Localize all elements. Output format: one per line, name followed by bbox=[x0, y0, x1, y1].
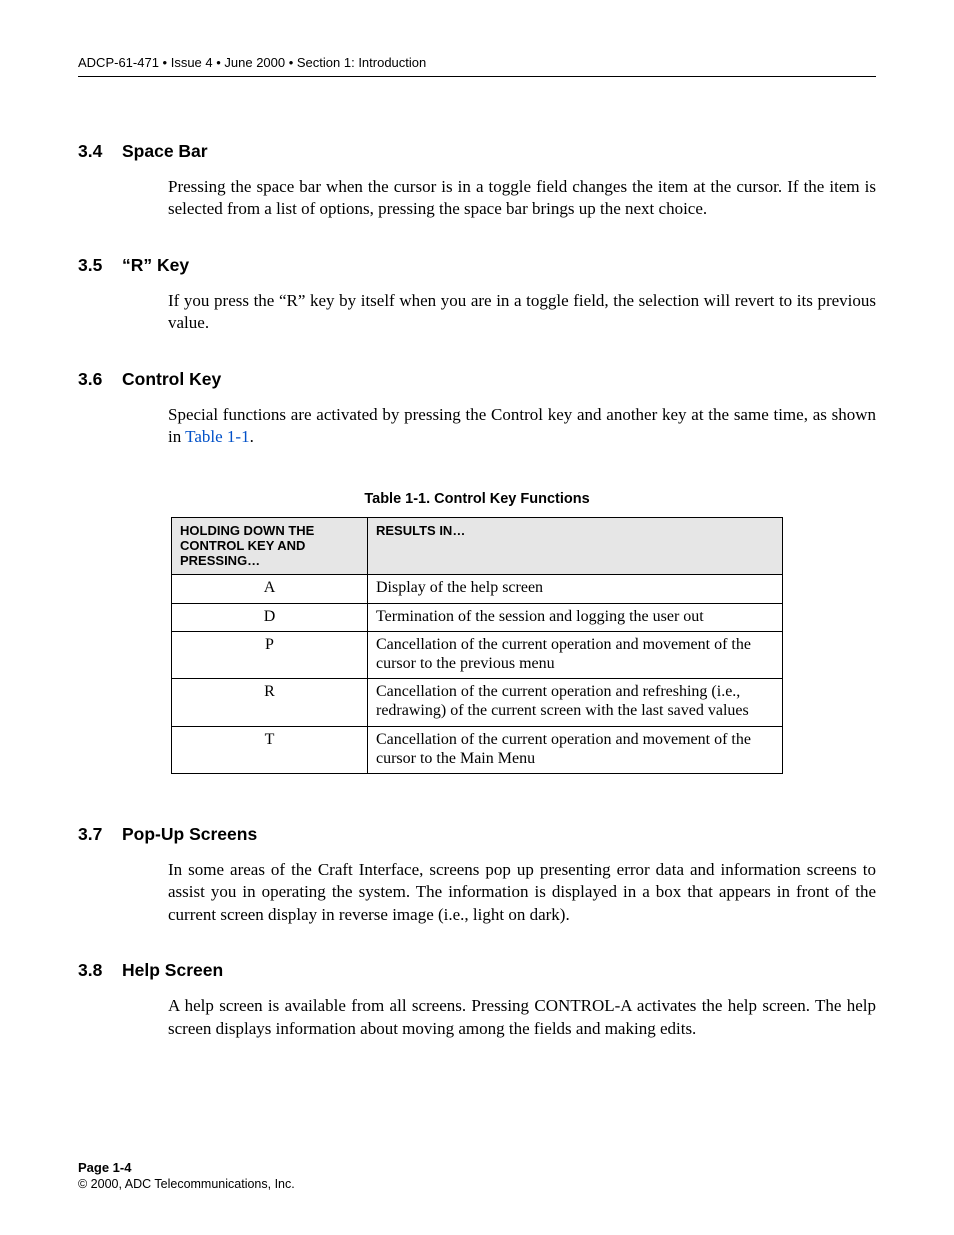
table-header-row: HOLDING DOWN THE CONTROL KEY AND PRESSIN… bbox=[172, 517, 783, 575]
section-title: “R” Key bbox=[122, 255, 189, 276]
table-row: P Cancellation of the current operation … bbox=[172, 631, 783, 678]
table-cell-result: Termination of the session and logging t… bbox=[368, 603, 783, 631]
section-heading-3-4: 3.4 Space Bar bbox=[78, 141, 876, 162]
page-footer: Page 1-4 © 2000, ADC Telecommunications,… bbox=[78, 1159, 295, 1193]
table-cell-result: Cancellation of the current operation an… bbox=[368, 631, 783, 678]
table-cell-key: R bbox=[172, 679, 368, 726]
section-title: Space Bar bbox=[122, 141, 208, 162]
table-row: R Cancellation of the current operation … bbox=[172, 679, 783, 726]
section-title: Control Key bbox=[122, 369, 221, 390]
section-heading-3-6: 3.6 Control Key bbox=[78, 369, 876, 390]
section-number: 3.5 bbox=[78, 255, 122, 276]
section-heading-3-7: 3.7 Pop-Up Screens bbox=[78, 824, 876, 845]
table-row: T Cancellation of the current operation … bbox=[172, 726, 783, 773]
section-heading-3-5: 3.5 “R” Key bbox=[78, 255, 876, 276]
paragraph: If you press the “R” key by itself when … bbox=[168, 290, 876, 335]
section-title: Pop-Up Screens bbox=[122, 824, 257, 845]
paragraph: A help screen is available from all scre… bbox=[168, 995, 876, 1040]
document-page: ADCP-61-471 • Issue 4 • June 2000 • Sect… bbox=[0, 0, 954, 1235]
table-row: D Termination of the session and logging… bbox=[172, 603, 783, 631]
section-number: 3.7 bbox=[78, 824, 122, 845]
copyright-text: © 2000, ADC Telecommunications, Inc. bbox=[78, 1176, 295, 1193]
section-number: 3.4 bbox=[78, 141, 122, 162]
table-cell-result: Cancellation of the current operation an… bbox=[368, 726, 783, 773]
table-reference-link[interactable]: Table 1-1 bbox=[185, 427, 249, 446]
paragraph-text-pre: Special functions are activated by press… bbox=[168, 405, 876, 446]
control-key-table: HOLDING DOWN THE CONTROL KEY AND PRESSIN… bbox=[171, 517, 783, 774]
table-cell-key: A bbox=[172, 575, 368, 603]
table-cell-key: D bbox=[172, 603, 368, 631]
section-number: 3.8 bbox=[78, 960, 122, 981]
table-cell-key: T bbox=[172, 726, 368, 773]
paragraph: In some areas of the Craft Interface, sc… bbox=[168, 859, 876, 926]
section-heading-3-8: 3.8 Help Screen bbox=[78, 960, 876, 981]
paragraph: Pressing the space bar when the cursor i… bbox=[168, 176, 876, 221]
page-number: Page 1-4 bbox=[78, 1159, 295, 1177]
paragraph: Special functions are activated by press… bbox=[168, 404, 876, 449]
table-header-cell: RESULTS IN… bbox=[368, 517, 783, 575]
section-number: 3.6 bbox=[78, 369, 122, 390]
table-cell-result: Display of the help screen bbox=[368, 575, 783, 603]
section-title: Help Screen bbox=[122, 960, 223, 981]
paragraph-text-post: . bbox=[250, 427, 254, 446]
table-header-cell: HOLDING DOWN THE CONTROL KEY AND PRESSIN… bbox=[172, 517, 368, 575]
table-caption: Table 1-1. Control Key Functions bbox=[78, 491, 876, 507]
table-cell-key: P bbox=[172, 631, 368, 678]
table-row: A Display of the help screen bbox=[172, 575, 783, 603]
page-header: ADCP-61-471 • Issue 4 • June 2000 • Sect… bbox=[78, 55, 876, 77]
table-cell-result: Cancellation of the current operation an… bbox=[368, 679, 783, 726]
